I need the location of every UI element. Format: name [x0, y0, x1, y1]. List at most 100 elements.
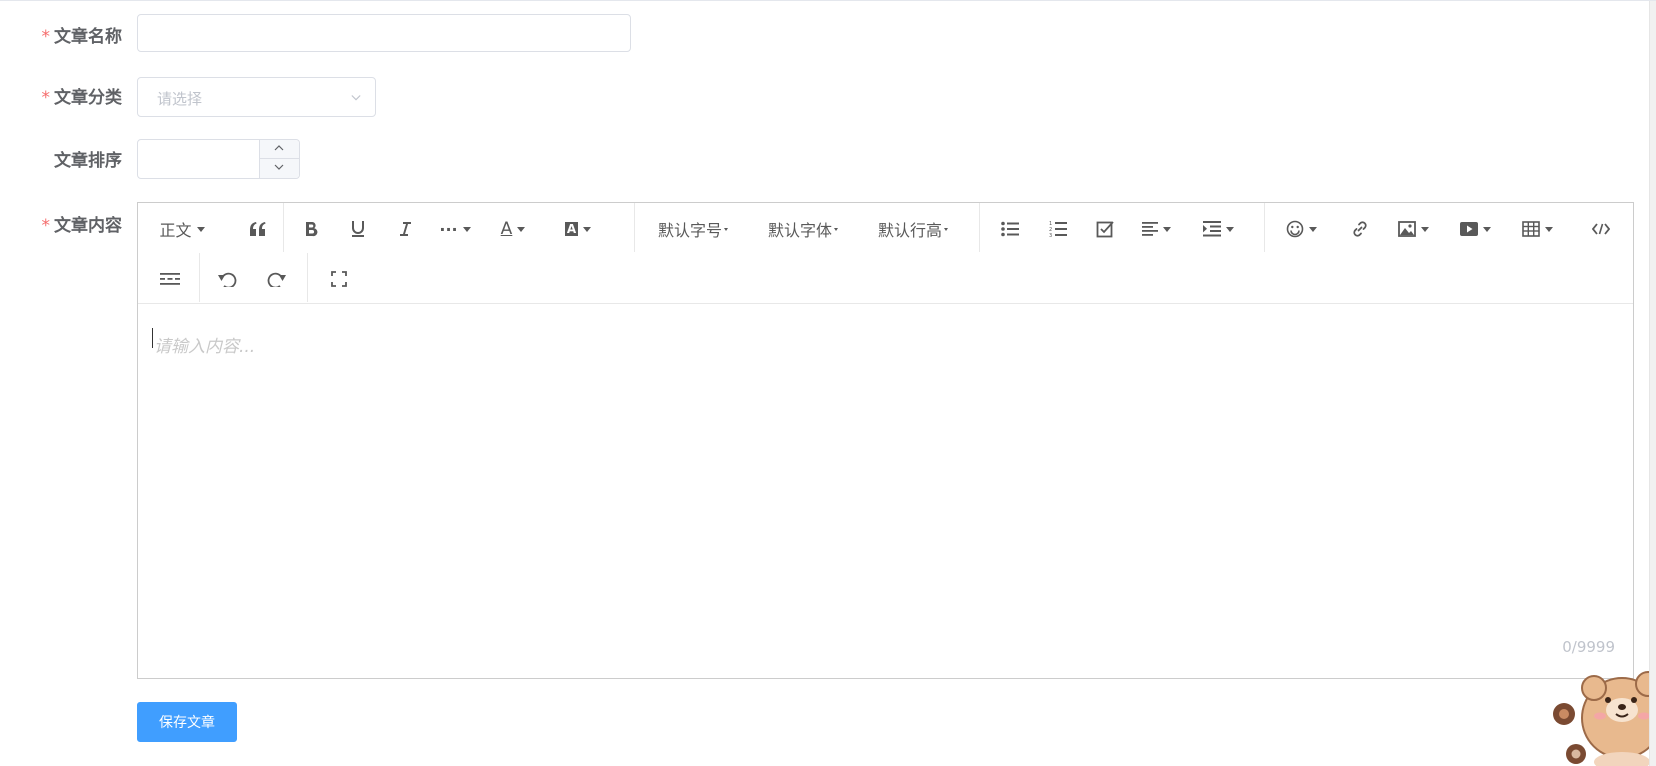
numbered-list-icon: 1 2 3: [1049, 221, 1067, 238]
article-edit-page: * 文章名称 * 文章分类 请选择 文章排序 * 文章内容 正文 ··· A A…: [0, 0, 1656, 766]
category-select[interactable]: 请选择: [137, 77, 376, 117]
editor-content-area[interactable]: 请输入内容... 0/9999: [138, 304, 1633, 678]
indent-button[interactable]: [1193, 209, 1243, 249]
link-icon: [1353, 221, 1367, 237]
required-mark: *: [41, 27, 51, 47]
required-mark: *: [41, 88, 51, 108]
indent-icon: [1202, 221, 1221, 237]
quote-button[interactable]: [238, 209, 278, 249]
paragraph-label: 正文: [159, 221, 192, 240]
category-label: * 文章分类: [0, 83, 123, 108]
bear-mascot-icon: [1553, 671, 1656, 766]
content-label: * 文章内容: [0, 211, 123, 236]
page-scrollbar[interactable]: [1649, 1, 1656, 766]
paragraph-select[interactable]: 正文: [152, 209, 212, 249]
italic-icon: [400, 222, 411, 236]
font-family-label: 默认字体: [767, 221, 832, 240]
image-icon: [1397, 221, 1416, 237]
order-number-input: [137, 139, 300, 179]
table-icon: [1521, 221, 1540, 237]
line-height-label: 默认行高: [877, 221, 942, 240]
bold-icon: [306, 221, 318, 237]
order-input[interactable]: [138, 140, 258, 178]
align-button[interactable]: [1131, 209, 1181, 249]
bg-color-button[interactable]: A: [553, 209, 603, 249]
text-cursor: [152, 328, 153, 348]
font-size-select[interactable]: 默认字号: [648, 209, 738, 249]
code-block-button[interactable]: [1581, 209, 1621, 249]
title-label-text: 文章名称: [54, 27, 122, 47]
order-label-text: 文章排序: [54, 151, 122, 171]
link-button[interactable]: [1340, 209, 1380, 249]
align-icon: [1141, 222, 1158, 236]
toolbar-divider: [979, 203, 980, 252]
undo-button[interactable]: [208, 259, 248, 299]
font-family-select[interactable]: 默认字体: [758, 209, 848, 249]
font-size-label: 默认字号: [657, 221, 722, 240]
caret-down-icon: [1225, 226, 1234, 232]
caret-down-icon: [196, 226, 205, 232]
fullscreen-button[interactable]: [319, 259, 359, 299]
toolbar-divider: [307, 253, 308, 302]
category-placeholder: 请选择: [157, 90, 203, 108]
caret-down-icon: [1162, 226, 1171, 232]
underline-icon: [352, 221, 364, 237]
required-mark: *: [41, 216, 51, 236]
bear-mascot-image: [1536, 666, 1656, 766]
divider-button[interactable]: [150, 259, 190, 299]
quote-icon: [250, 222, 266, 236]
emotion-icon: [1286, 220, 1303, 238]
character-counter: 0/9999: [1562, 638, 1615, 656]
code-block-icon: [1592, 223, 1610, 235]
save-article-button[interactable]: 保存文章: [137, 702, 237, 742]
emotion-button[interactable]: [1276, 209, 1326, 249]
image-button[interactable]: [1388, 209, 1438, 249]
toolbar-divider: [199, 253, 200, 302]
content-label-text: 文章内容: [54, 216, 122, 236]
svg-text:3: 3: [1049, 233, 1052, 238]
title-label: * 文章名称: [0, 22, 123, 47]
underline-button[interactable]: [338, 209, 378, 249]
caret-down-icon: [1544, 226, 1553, 232]
caret-down-icon: [1308, 226, 1317, 232]
video-button[interactable]: [1450, 209, 1500, 249]
table-button[interactable]: [1512, 209, 1562, 249]
italic-button[interactable]: [385, 209, 425, 249]
chevron-down-icon: [274, 164, 284, 170]
bold-button[interactable]: [291, 209, 331, 249]
toolbar-divider: [634, 203, 635, 252]
todo-button[interactable]: [1085, 209, 1125, 249]
divider-icon: [160, 273, 180, 285]
editor-placeholder: 请输入内容...: [154, 337, 256, 357]
redo-icon: [267, 272, 286, 287]
category-label-text: 文章分类: [54, 88, 122, 108]
caret-down-icon: [583, 226, 592, 232]
more-icon: ···: [439, 219, 458, 239]
todo-icon: [1096, 221, 1114, 238]
font-color-button[interactable]: A: [488, 209, 538, 249]
redo-button[interactable]: [256, 259, 296, 299]
undo-icon: [218, 272, 237, 287]
toolbar-divider: [1264, 203, 1265, 252]
video-icon: [1459, 222, 1478, 236]
bulleted-list-button[interactable]: [990, 209, 1030, 249]
editor-toolbar: 正文 ··· A A 默认字号 默认字体 默认行高 1 2 3: [138, 203, 1633, 304]
more-style-button[interactable]: ···: [430, 209, 480, 249]
caret-down-icon: [1420, 226, 1429, 232]
rich-text-editor: 正文 ··· A A 默认字号 默认字体 默认行高 1 2 3 请输入内容...…: [137, 202, 1634, 679]
title-input[interactable]: [137, 14, 631, 52]
caret-down-icon: [1482, 226, 1491, 232]
fullscreen-icon: [331, 271, 347, 287]
numbered-list-button[interactable]: 1 2 3: [1038, 209, 1078, 249]
font-color-icon: A: [500, 219, 513, 239]
toolbar-divider: [283, 203, 284, 252]
caret-down-icon: [944, 227, 948, 231]
caret-down-icon: [462, 226, 471, 232]
caret-down-icon: [834, 227, 838, 231]
order-label: 文章排序: [0, 146, 122, 171]
increase-button[interactable]: [259, 140, 299, 159]
bulleted-list-icon: [1001, 221, 1019, 237]
chevron-down-icon: [351, 95, 361, 101]
line-height-select[interactable]: 默认行高: [868, 209, 958, 249]
decrease-button[interactable]: [259, 159, 299, 178]
